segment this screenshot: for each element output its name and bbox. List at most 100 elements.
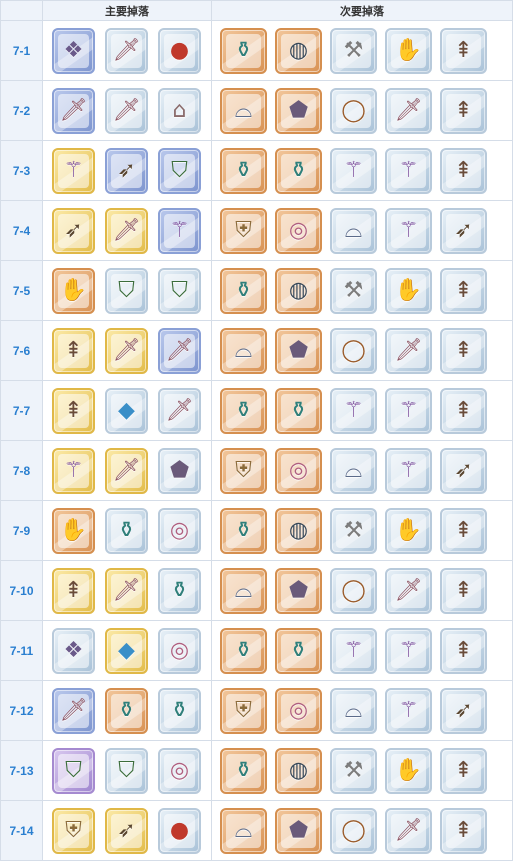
sword-item[interactable]: 🗡 bbox=[105, 27, 148, 74]
neck-item[interactable]: ◎ bbox=[158, 627, 201, 674]
staff-item[interactable]: ⚚ bbox=[330, 627, 377, 674]
sword-item[interactable]: 🗡 bbox=[105, 207, 148, 254]
robe-item[interactable]: ⚱ bbox=[220, 507, 267, 554]
spear-item[interactable]: ⇞ bbox=[440, 807, 487, 854]
shield-item[interactable]: ⛨ bbox=[220, 447, 267, 494]
spear-item[interactable]: ⇞ bbox=[440, 747, 487, 794]
staff-item[interactable]: ⚚ bbox=[385, 207, 432, 254]
sword-item[interactable]: 🗡 bbox=[158, 387, 201, 434]
staff-item[interactable]: ⚚ bbox=[385, 627, 432, 674]
belt-item[interactable]: ◍ bbox=[275, 27, 322, 74]
spear-item[interactable]: ⇞ bbox=[440, 327, 487, 374]
robe-item[interactable]: ⚱ bbox=[220, 387, 267, 434]
robe-item[interactable]: ⚱ bbox=[220, 147, 267, 194]
staff-item[interactable]: ⚚ bbox=[385, 147, 432, 194]
sword-item[interactable]: 🗡 bbox=[385, 807, 432, 854]
axe-item[interactable]: ⚒ bbox=[330, 267, 377, 314]
glove-item[interactable]: ✋ bbox=[52, 507, 95, 554]
robe-item[interactable]: ⚱ bbox=[275, 627, 322, 674]
glove-item[interactable]: ✋ bbox=[385, 27, 432, 74]
boots-item[interactable]: ⌂ bbox=[158, 87, 201, 134]
ring-item[interactable]: ◯ bbox=[330, 567, 377, 614]
robe-item[interactable]: ⚱ bbox=[158, 567, 201, 614]
orb-item[interactable]: ● bbox=[158, 27, 201, 74]
belt-item[interactable]: ◍ bbox=[275, 507, 322, 554]
plate-item[interactable]: ⬟ bbox=[275, 87, 322, 134]
plate-item[interactable]: ⬟ bbox=[275, 567, 322, 614]
spear-item[interactable]: ⇞ bbox=[52, 387, 95, 434]
robe-item[interactable]: ⚱ bbox=[220, 27, 267, 74]
bow-item[interactable]: ➶ bbox=[440, 207, 487, 254]
helm-item[interactable]: ⌓ bbox=[330, 447, 377, 494]
helm-item[interactable]: ⌓ bbox=[220, 87, 267, 134]
helm-item[interactable]: ⌓ bbox=[220, 567, 267, 614]
spear-item[interactable]: ⇞ bbox=[440, 567, 487, 614]
sword-item[interactable]: 🗡 bbox=[105, 567, 148, 614]
robe-item[interactable]: ⚱ bbox=[220, 267, 267, 314]
hat-item[interactable]: ⛉ bbox=[158, 147, 201, 194]
plate-item[interactable]: ⬟ bbox=[275, 807, 322, 854]
robe-item[interactable]: ⚱ bbox=[220, 747, 267, 794]
sword-item[interactable]: 🗡 bbox=[105, 447, 148, 494]
sword-item[interactable]: 🗡 bbox=[385, 327, 432, 374]
helm-item[interactable]: ⌓ bbox=[220, 807, 267, 854]
bow-item[interactable]: ➶ bbox=[105, 807, 148, 854]
shield-item[interactable]: ⛨ bbox=[220, 687, 267, 734]
staff-item[interactable]: ⚚ bbox=[52, 147, 95, 194]
bow-item[interactable]: ➶ bbox=[440, 687, 487, 734]
neck-item[interactable]: ◎ bbox=[158, 507, 201, 554]
robe-item[interactable]: ⚱ bbox=[275, 147, 322, 194]
glove-item[interactable]: ✋ bbox=[52, 267, 95, 314]
helm-item[interactable]: ⌓ bbox=[330, 207, 377, 254]
neck-item[interactable]: ◎ bbox=[158, 747, 201, 794]
sword-item[interactable]: 🗡 bbox=[52, 687, 95, 734]
ring-item[interactable]: ◯ bbox=[330, 327, 377, 374]
robe-item[interactable]: ⚱ bbox=[158, 687, 201, 734]
staff-item[interactable]: ⚚ bbox=[52, 447, 95, 494]
glove-item[interactable]: ✋ bbox=[385, 507, 432, 554]
spear-item[interactable]: ⇞ bbox=[440, 267, 487, 314]
glove-item[interactable]: ✋ bbox=[385, 747, 432, 794]
plate-item[interactable]: ⬟ bbox=[158, 447, 201, 494]
spear-item[interactable]: ⇞ bbox=[440, 387, 487, 434]
belt-item[interactable]: ◍ bbox=[275, 267, 322, 314]
glove-item[interactable]: ✋ bbox=[385, 267, 432, 314]
sword-item[interactable]: 🗡 bbox=[158, 327, 201, 374]
neck-item[interactable]: ◎ bbox=[275, 207, 322, 254]
sword-item[interactable]: 🗡 bbox=[385, 567, 432, 614]
sword-item[interactable]: 🗡 bbox=[52, 87, 95, 134]
axe-item[interactable]: ⚒ bbox=[330, 747, 377, 794]
sword-item[interactable]: 🗡 bbox=[105, 87, 148, 134]
helm-item[interactable]: ⌓ bbox=[220, 327, 267, 374]
sword-item[interactable]: 🗡 bbox=[105, 327, 148, 374]
axe-item[interactable]: ⚒ bbox=[330, 27, 377, 74]
shield-item[interactable]: ⛨ bbox=[52, 807, 95, 854]
robe-item[interactable]: ⚱ bbox=[105, 507, 148, 554]
armor-item[interactable]: ❖ bbox=[52, 627, 95, 674]
plate-item[interactable]: ⬟ bbox=[275, 327, 322, 374]
ring-item[interactable]: ◯ bbox=[330, 807, 377, 854]
shield-item[interactable]: ⛨ bbox=[220, 207, 267, 254]
staff-item[interactable]: ⚚ bbox=[385, 687, 432, 734]
spear-item[interactable]: ⇞ bbox=[440, 27, 487, 74]
sword-item[interactable]: 🗡 bbox=[385, 87, 432, 134]
hat-item[interactable]: ⛉ bbox=[158, 267, 201, 314]
hat-item[interactable]: ⛉ bbox=[105, 747, 148, 794]
belt-item[interactable]: ◍ bbox=[275, 747, 322, 794]
spear-item[interactable]: ⇞ bbox=[440, 147, 487, 194]
bow-item[interactable]: ➶ bbox=[105, 147, 148, 194]
spear-item[interactable]: ⇞ bbox=[440, 507, 487, 554]
axe-item[interactable]: ⚒ bbox=[330, 507, 377, 554]
robe-item[interactable]: ⚱ bbox=[220, 627, 267, 674]
neck-item[interactable]: ◎ bbox=[275, 687, 322, 734]
armor-item[interactable]: ❖ bbox=[52, 27, 95, 74]
spear-item[interactable]: ⇞ bbox=[52, 567, 95, 614]
ring-item[interactable]: ◯ bbox=[330, 87, 377, 134]
staff-item[interactable]: ⚚ bbox=[385, 447, 432, 494]
robe-item[interactable]: ⚱ bbox=[105, 687, 148, 734]
hat-item[interactable]: ⛉ bbox=[105, 267, 148, 314]
gem-item[interactable]: ◆ bbox=[105, 387, 148, 434]
neck-item[interactable]: ◎ bbox=[275, 447, 322, 494]
bow-item[interactable]: ➶ bbox=[52, 207, 95, 254]
hat-item[interactable]: ⛉ bbox=[52, 747, 95, 794]
